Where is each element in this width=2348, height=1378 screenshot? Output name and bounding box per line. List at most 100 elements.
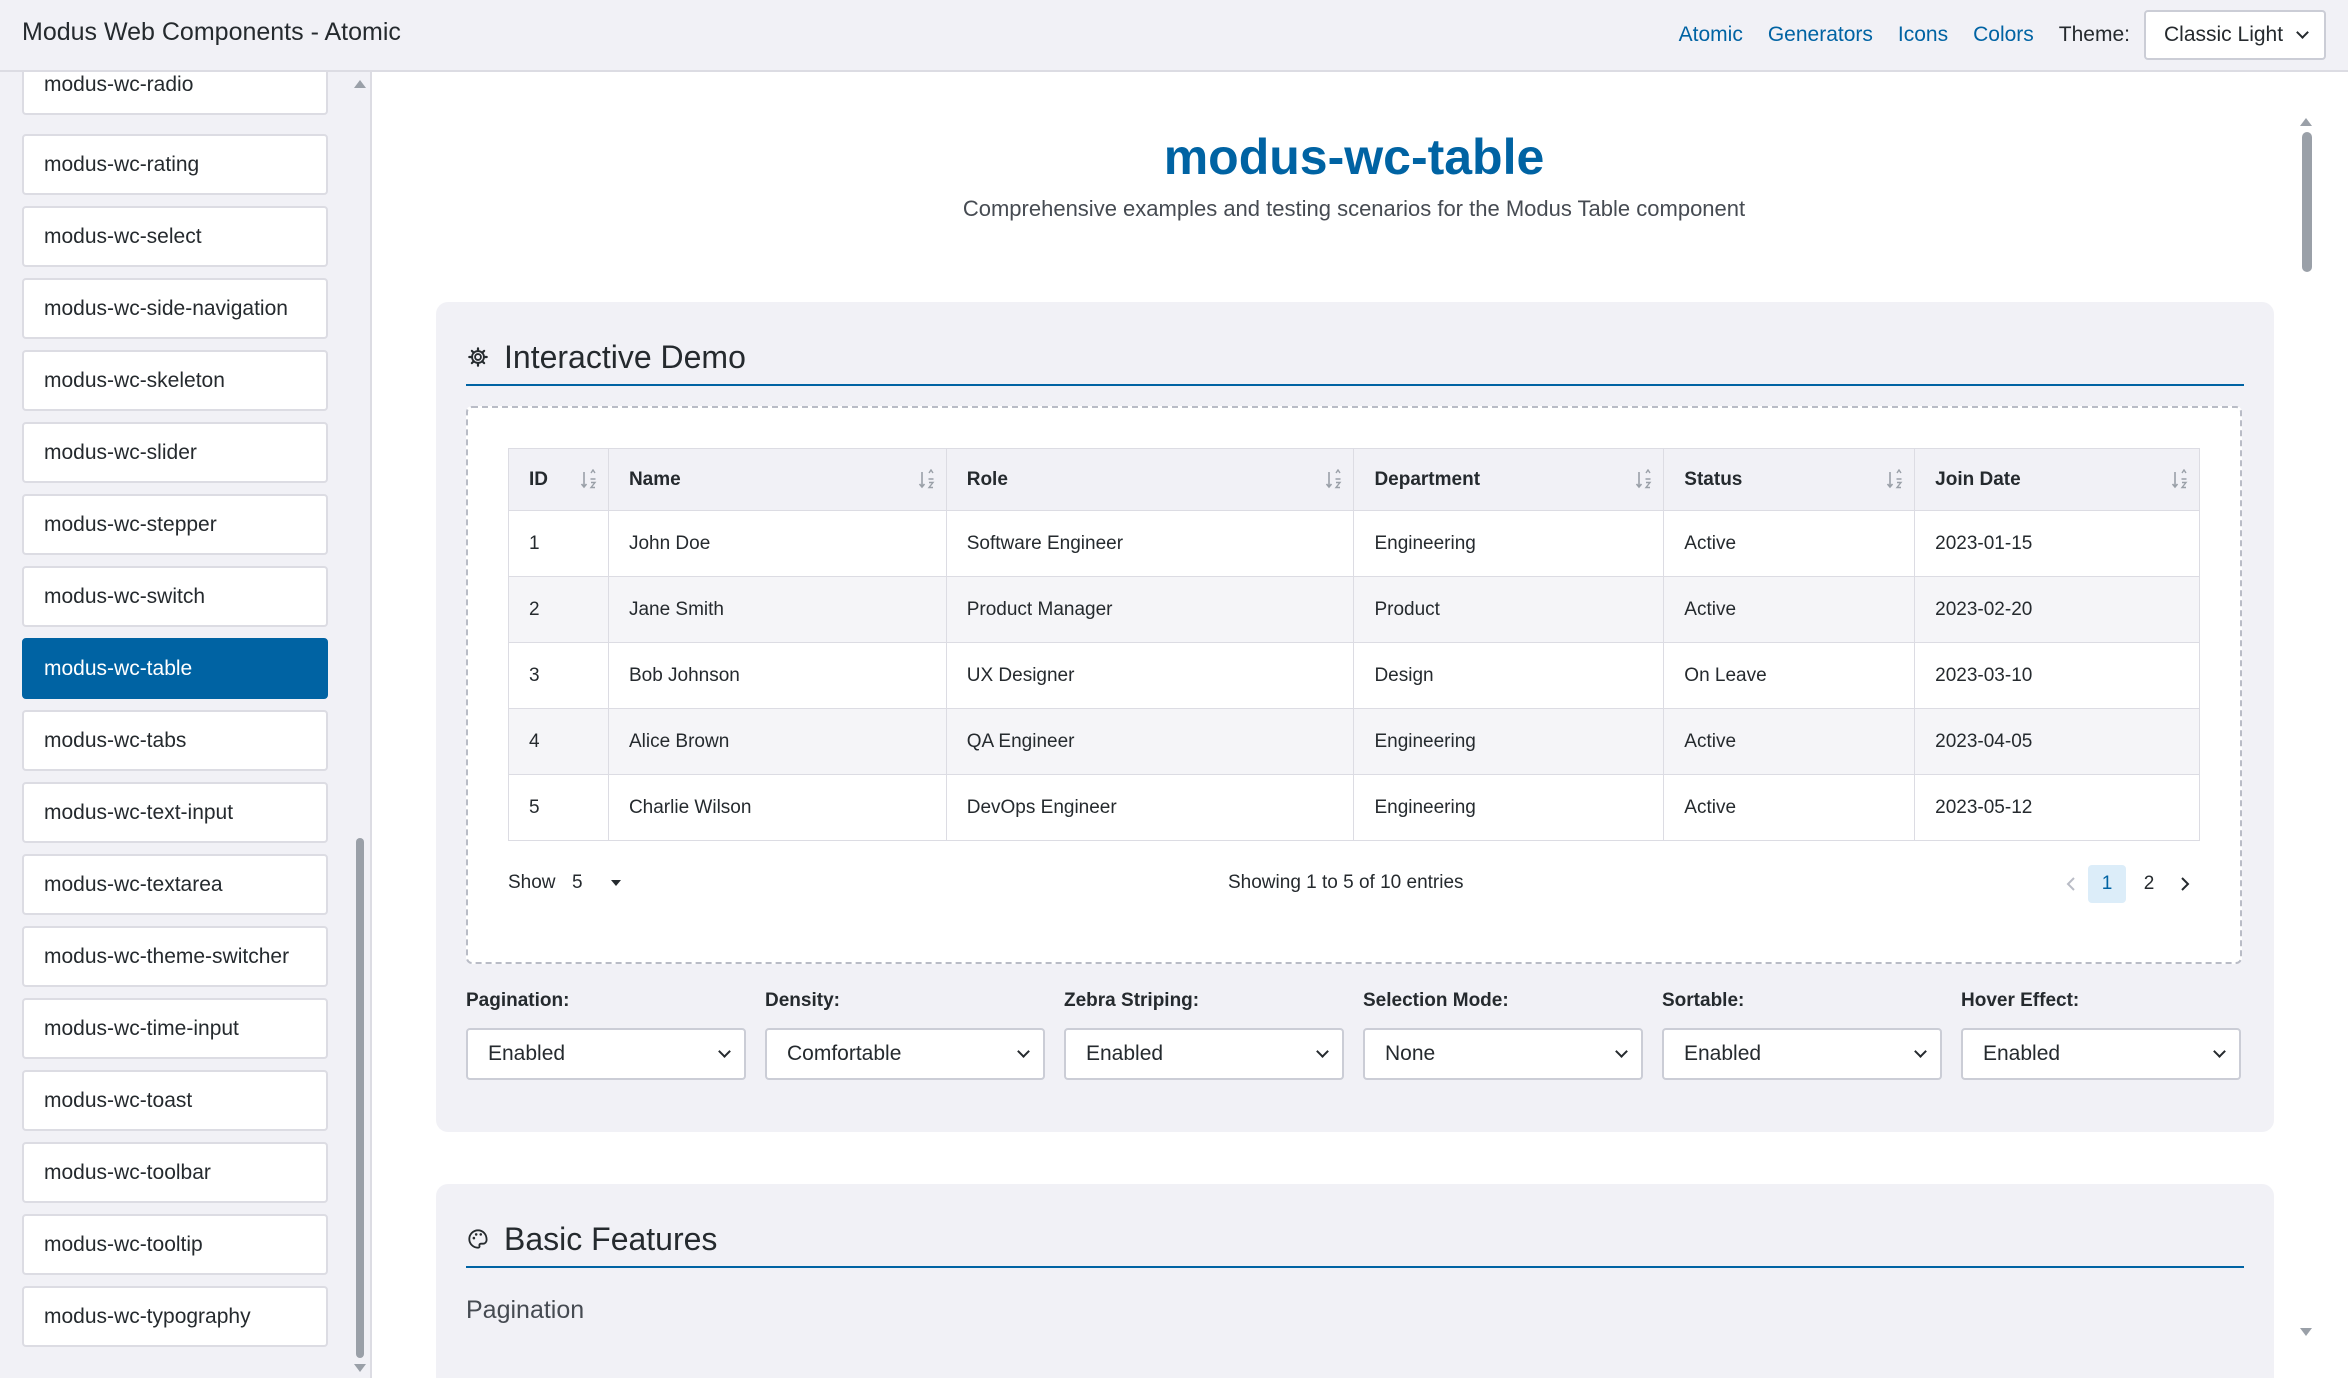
sidebar-item-table[interactable]: modus-wc-table (22, 638, 328, 699)
sidebar-item-typography[interactable]: modus-wc-typography (22, 1286, 328, 1347)
sidebar-scrollbar-thumb[interactable] (356, 838, 364, 1358)
main-content: modus-wc-table Comprehensive examples an… (374, 72, 2348, 1378)
top-bar: Modus Web Components - Atomic Atomic Gen… (0, 0, 2348, 72)
table-row[interactable]: 5 Charlie Wilson DevOps Engineer Enginee… (508, 774, 2200, 841)
column-header-department[interactable]: Department (1353, 448, 1665, 511)
table-cell-role: UX Designer (945, 642, 1355, 709)
table-cell-role: DevOps Engineer (945, 774, 1355, 841)
sort-icon[interactable] (918, 469, 936, 491)
column-header-join-date[interactable]: Join Date (1914, 448, 2200, 511)
sidebar-item-switch[interactable]: modus-wc-switch (22, 566, 328, 627)
sortable-select[interactable]: Enabled (1662, 1028, 1942, 1080)
table-cell-name: Jane Smith (607, 576, 947, 643)
sidebar-scroll-down-arrow[interactable] (354, 1364, 366, 1372)
page-button-1[interactable]: 1 (2088, 865, 2126, 903)
page-subtitle: Comprehensive examples and testing scena… (962, 196, 1746, 221)
zebra-striping-control: Zebra Striping: Enabled (1064, 990, 1344, 1080)
data-table: ID Name Role Department Status Join Date… (508, 448, 2200, 841)
chevron-left-icon[interactable] (2056, 865, 2086, 903)
main-scroll-up-arrow[interactable] (2300, 118, 2312, 126)
main-scrollbar-thumb[interactable] (2302, 132, 2312, 272)
sidebar-item-tooltip[interactable]: modus-wc-tooltip (22, 1214, 328, 1275)
pagination-control: Pagination: Enabled (466, 990, 746, 1080)
table-cell-join-date: 2023-04-05 (1914, 708, 2200, 775)
nav-link-generators[interactable]: Generators (1768, 23, 1873, 47)
column-header-name[interactable]: Name (607, 448, 947, 511)
sidebar-item-toast[interactable]: modus-wc-toast (22, 1070, 328, 1131)
table-cell-department: Product (1353, 576, 1665, 643)
nav-link-colors[interactable]: Colors (1973, 23, 2034, 47)
table-cell-status: On Leave (1663, 642, 1916, 709)
sidebar-item-slider[interactable]: modus-wc-slider (22, 422, 328, 483)
demo-controls: Pagination: Enabled Density: Comfortable… (466, 990, 2242, 1080)
density-select[interactable]: Comfortable (765, 1028, 1045, 1080)
theme-label: Theme: (2058, 23, 2130, 46)
table-cell-status: Active (1663, 774, 1916, 841)
chevron-down-icon (1316, 1047, 1330, 1061)
table-row[interactable]: 3 Bob Johnson UX Designer Design On Leav… (508, 642, 2200, 709)
entries-summary: Showing 1 to 5 of 10 entries (1228, 872, 1464, 893)
sidebar-item-radio[interactable]: modus-wc-radio (22, 72, 328, 115)
sidebar-item-skeleton[interactable]: modus-wc-skeleton (22, 350, 328, 411)
interactive-demo-card: Interactive Demo ID Name Role Department… (436, 302, 2274, 1132)
hover-effect-label: Hover Effect: (1961, 990, 2080, 1011)
column-header-role[interactable]: Role (945, 448, 1355, 511)
basic-features-header: Basic Features (466, 1212, 2244, 1268)
basic-features-card: Basic Features Pagination (436, 1184, 2274, 1378)
table-cell-department: Engineering (1353, 510, 1665, 577)
pagination-label: Pagination: (466, 990, 570, 1011)
sort-icon[interactable] (1886, 469, 1904, 491)
zebra-striping-select[interactable]: Enabled (1064, 1028, 1344, 1080)
sortable-control: Sortable: Enabled (1662, 990, 1942, 1080)
main-scroll-down-arrow[interactable] (2300, 1328, 2312, 1336)
table-header-row: ID Name Role Department Status Join Date (508, 448, 2200, 511)
theme-select-value: Classic Light (2164, 23, 2284, 46)
table-cell-role: Product Manager (945, 576, 1355, 643)
sidebar-item-textarea[interactable]: modus-wc-textarea (22, 854, 328, 915)
sidebar-item-tabs[interactable]: modus-wc-tabs (22, 710, 328, 771)
pagination-select[interactable]: Enabled (466, 1028, 746, 1080)
sidebar-item-time-input[interactable]: modus-wc-time-input (22, 998, 328, 1059)
selection-mode-select[interactable]: None (1363, 1028, 1643, 1080)
density-label: Density: (765, 990, 840, 1011)
sort-icon[interactable] (1325, 469, 1343, 491)
page-button-2[interactable]: 2 (2130, 865, 2168, 903)
table-cell-join-date: 2023-05-12 (1914, 774, 2200, 841)
table-cell-id: 1 (508, 510, 609, 577)
page-size-select[interactable]: 5 (572, 872, 583, 894)
column-header-id[interactable]: ID (508, 448, 609, 511)
sidebar-item-select[interactable]: modus-wc-select (22, 206, 328, 267)
nav-link-icons[interactable]: Icons (1898, 23, 1948, 47)
basic-features-heading: Basic Features (504, 1220, 718, 1257)
interactive-demo-heading: Interactive Demo (504, 338, 746, 375)
interactive-demo-header: Interactive Demo (466, 330, 2244, 386)
sidebar-item-rating[interactable]: modus-wc-rating (22, 134, 328, 195)
caret-down-icon[interactable] (611, 880, 621, 886)
sort-icon[interactable] (2171, 469, 2189, 491)
table-row[interactable]: 1 John Doe Software Engineer Engineering… (508, 510, 2200, 577)
table-cell-id: 5 (508, 774, 609, 841)
table-demo-area: ID Name Role Department Status Join Date… (466, 406, 2242, 964)
table-cell-id: 4 (508, 708, 609, 775)
sidebar-item-text-input[interactable]: modus-wc-text-input (22, 782, 328, 843)
table-row[interactable]: 2 Jane Smith Product Manager Product Act… (508, 576, 2200, 643)
hover-effect-control: Hover Effect: Enabled (1961, 990, 2241, 1080)
sidebar-item-toolbar[interactable]: modus-wc-toolbar (22, 1142, 328, 1203)
sidebar-item-side-navigation[interactable]: modus-wc-side-navigation (22, 278, 328, 339)
table-cell-status: Active (1663, 708, 1916, 775)
sidebar: modus-wc-radio modus-wc-rating modus-wc-… (0, 72, 372, 1378)
chevron-right-icon[interactable] (2170, 865, 2200, 903)
page-title: modus-wc-table (1163, 129, 1545, 185)
zebra-striping-label: Zebra Striping: (1064, 990, 1200, 1011)
sidebar-item-stepper[interactable]: modus-wc-stepper (22, 494, 328, 555)
hover-effect-select[interactable]: Enabled (1961, 1028, 2241, 1080)
sidebar-scroll-up-arrow[interactable] (354, 80, 366, 88)
sidebar-item-theme-switcher[interactable]: modus-wc-theme-switcher (22, 926, 328, 987)
nav-link-atomic[interactable]: Atomic (1679, 23, 1743, 47)
column-header-status[interactable]: Status (1663, 448, 1916, 511)
sort-icon[interactable] (1635, 469, 1653, 491)
palette-icon (466, 1227, 490, 1251)
sort-icon[interactable] (580, 469, 598, 491)
table-row[interactable]: 4 Alice Brown QA Engineer Engineering Ac… (508, 708, 2200, 775)
theme-select[interactable]: Classic Light (2144, 10, 2326, 60)
